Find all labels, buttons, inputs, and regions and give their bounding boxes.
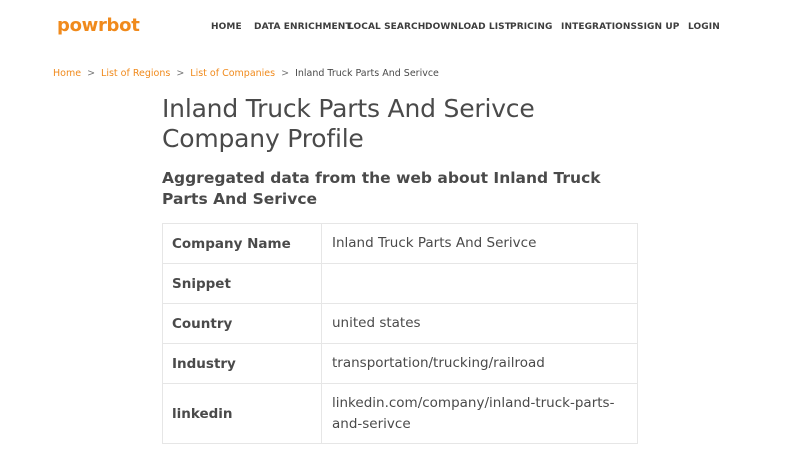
breadcrumb-regions-link[interactable]: List of Regions	[101, 68, 170, 79]
nav-integrations[interactable]: INTEGRATIONS	[561, 22, 637, 32]
nav-pricing[interactable]: PRICING	[510, 22, 552, 32]
row-key: Company Name	[162, 223, 322, 264]
breadcrumb-separator: >	[176, 68, 185, 79]
nav-home[interactable]: HOME	[211, 22, 242, 32]
breadcrumb-separator: >	[281, 68, 290, 79]
breadcrumb: Home > List of Regions > List of Companies > I…	[53, 68, 439, 79]
breadcrumb-separator: >	[87, 68, 96, 79]
table-row: Company Name Inland Truck Parts And Seri…	[162, 223, 638, 264]
row-value: transportation/trucking/railroad	[321, 343, 638, 384]
table-row: Industry transportation/trucking/railroa…	[162, 343, 638, 384]
row-value	[321, 263, 638, 304]
main-content: Inland Truck Parts And Serivce Company P…	[162, 94, 638, 210]
linkedin-link[interactable]: linkedin.com/company/inland-truck-parts-…	[321, 383, 638, 444]
breadcrumb-current: Inland Truck Parts And Serivce	[295, 68, 439, 79]
row-key: Industry	[162, 343, 322, 384]
page-subtitle: Aggregated data from the web about Inlan…	[162, 169, 601, 208]
table-row: Snippet	[162, 263, 638, 304]
table-row: Country united states	[162, 303, 638, 344]
row-key: linkedin	[162, 383, 322, 444]
page-title: Inland Truck Parts And Serivce Company P…	[162, 94, 535, 153]
row-key: Country	[162, 303, 322, 344]
table-row: linkedin linkedin.com/company/inland-tru…	[162, 383, 638, 444]
row-value: Inland Truck Parts And Serivce	[321, 223, 638, 264]
nav-download-list[interactable]: DOWNLOAD LIST	[425, 22, 511, 32]
main-nav: HOME DATA ENRICHMENT LOCAL SEARCH DOWNLO…	[0, 22, 800, 36]
nav-data-enrichment[interactable]: DATA ENRICHMENT	[254, 22, 352, 32]
nav-local-search[interactable]: LOCAL SEARCH	[348, 22, 425, 32]
nav-sign-up[interactable]: SIGN UP	[637, 22, 680, 32]
row-key: Snippet	[162, 263, 322, 304]
top-navbar: powrbot HOME DATA ENRICHMENT LOCAL SEARC…	[0, 0, 800, 56]
company-profile-table: Company Name Inland Truck Parts And Seri…	[162, 223, 638, 444]
breadcrumb-companies-link[interactable]: List of Companies	[190, 68, 275, 79]
row-value: united states	[321, 303, 638, 344]
breadcrumb-home-link[interactable]: Home	[53, 68, 81, 79]
nav-login[interactable]: LOGIN	[688, 22, 720, 32]
